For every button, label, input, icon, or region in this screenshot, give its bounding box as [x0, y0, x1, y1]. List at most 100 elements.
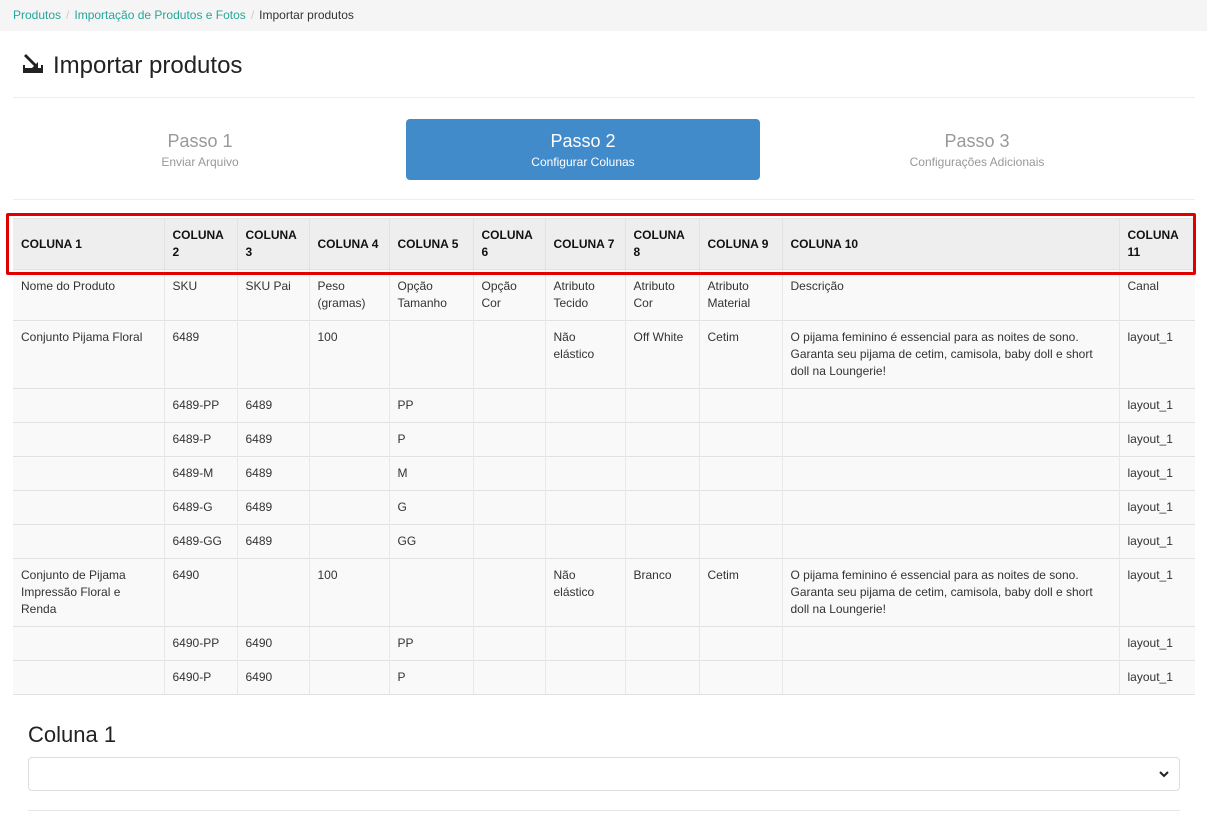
table-cell: [544, 524, 625, 559]
table-cell: [308, 660, 389, 695]
table-cell: 6490: [236, 626, 309, 661]
table-cell: 6490: [163, 558, 237, 627]
table-cell: Não elástico: [544, 320, 625, 389]
step-3[interactable]: Passo 3 Configurações Adicionais: [800, 119, 1154, 180]
table-cell: layout_1: [1118, 660, 1195, 695]
step-1[interactable]: Passo 1 Enviar Arquivo: [23, 119, 377, 180]
table-cell: [624, 524, 699, 559]
table-cell: [472, 422, 545, 457]
table-cell: [472, 388, 545, 423]
table-cell: 6489: [236, 490, 309, 525]
table-cell: 6490-P: [163, 660, 237, 695]
table-cell: PP: [388, 626, 473, 661]
table-cell: [13, 524, 164, 559]
table-cell: [388, 558, 473, 627]
table-cell: [781, 456, 1119, 491]
table-cell: [308, 456, 389, 491]
table-cell: [624, 490, 699, 525]
table-cell: layout_1: [1118, 388, 1195, 423]
step-2[interactable]: Passo 2 Configurar Colunas: [406, 119, 760, 180]
table-cell: [624, 660, 699, 695]
table-cell: 6490: [236, 660, 309, 695]
chevron-down-icon: [1159, 771, 1169, 778]
table-cell: Peso (gramas): [308, 269, 389, 321]
table-row: Conjunto de Pijama Impressão Floral e Re…: [13, 558, 1195, 627]
table-cell: [544, 422, 625, 457]
table-cell: [13, 388, 164, 423]
table-row: 6489-GG 6489 GG layout_1: [13, 524, 1195, 559]
table-cell: 6489-M: [163, 456, 237, 491]
table-cell: [13, 660, 164, 695]
table-row: 6489-G 6489 Glayout_1: [13, 490, 1195, 525]
table-cell: Atributo Material: [698, 269, 782, 321]
table-cell: P: [388, 422, 473, 457]
column-header: COLUNA 6: [472, 218, 545, 270]
table-cell: [13, 422, 164, 457]
table-cell: Opção Cor: [472, 269, 545, 321]
step-1-title: Passo 1: [167, 131, 233, 151]
table-cell: SKU Pai: [236, 269, 309, 321]
table-cell: layout_1: [1118, 626, 1195, 661]
table-cell: Cetim: [698, 558, 782, 627]
page-title: Importar produtos: [53, 52, 243, 79]
breadcrumb-link-produtos[interactable]: Produtos: [13, 8, 61, 22]
column-mapping-select[interactable]: [28, 757, 1180, 791]
table-row: 6489-PP 6489 PP layout_1: [13, 388, 1195, 423]
breadcrumb: Produtos / Importação de Produtos e Fotos /…: [0, 0, 1207, 31]
table-cell: O pijama feminino é essencial para as no…: [781, 320, 1119, 389]
table-row: 6489-P 6489 Playout_1: [13, 422, 1195, 457]
table-cell: SKU: [163, 269, 237, 321]
table-cell: [472, 490, 545, 525]
table-cell: [13, 456, 164, 491]
table-cell: [781, 626, 1119, 661]
table-cell: layout_1: [1118, 558, 1195, 627]
wizard-steps: Passo 1 Enviar Arquivo Passo 2 Configura…: [13, 110, 1195, 200]
table-cell: [308, 524, 389, 559]
table-cell: Opção Tamanho: [388, 269, 473, 321]
divider: [28, 810, 1180, 811]
column-header: COLUNA 8: [624, 218, 699, 270]
table-cell: [308, 422, 389, 457]
table-cell: [781, 422, 1119, 457]
table-cell: [698, 490, 782, 525]
table-cell: [781, 660, 1119, 695]
breadcrumb-link-importacao[interactable]: Importação de Produtos e Fotos: [74, 8, 245, 22]
table-cell: Cetim: [698, 320, 782, 389]
step-1-subtitle: Enviar Arquivo: [161, 155, 239, 169]
column-header: COLUNA 4: [308, 218, 389, 270]
table-cell: [472, 524, 545, 559]
table-cell: [624, 422, 699, 457]
table-cell: [308, 388, 389, 423]
column-header: COLUNA 11: [1118, 218, 1195, 270]
table-cell: 6489: [236, 456, 309, 491]
table-cell: [388, 320, 473, 389]
column-header: COLUNA 9: [698, 218, 782, 270]
table-cell: [544, 626, 625, 661]
table-cell: 6489-PP: [163, 388, 237, 423]
table-cell: [698, 626, 782, 661]
table-cell: [236, 558, 309, 627]
table-cell: [544, 490, 625, 525]
column-header: COLUNA 2: [163, 218, 237, 270]
table-cell: layout_1: [1118, 456, 1195, 491]
column-header: COLUNA 7: [544, 218, 625, 270]
table-cell: [624, 388, 699, 423]
table-cell: [544, 456, 625, 491]
table-cell: [472, 456, 545, 491]
table-cell: Conjunto Pijama Floral: [13, 320, 164, 389]
table-cell: [624, 456, 699, 491]
table-cell: P: [388, 660, 473, 695]
table-cell: 6489: [163, 320, 237, 389]
table-cell: O pijama feminino é essencial para as no…: [781, 558, 1119, 627]
table-cell: [781, 388, 1119, 423]
page-header: Importar produtos: [13, 46, 1195, 98]
column-header: COLUNA 5: [388, 218, 473, 270]
table-cell: 6490-PP: [163, 626, 237, 661]
table-cell: [624, 626, 699, 661]
table-cell: 6489-GG: [163, 524, 237, 559]
table-cell: Canal: [1118, 269, 1195, 321]
table-row: 6490-PP 6490 PP layout_1: [13, 626, 1195, 661]
table-cell: [13, 490, 164, 525]
step-3-subtitle: Configurações Adicionais: [909, 155, 1045, 169]
table-cell: [308, 490, 389, 525]
